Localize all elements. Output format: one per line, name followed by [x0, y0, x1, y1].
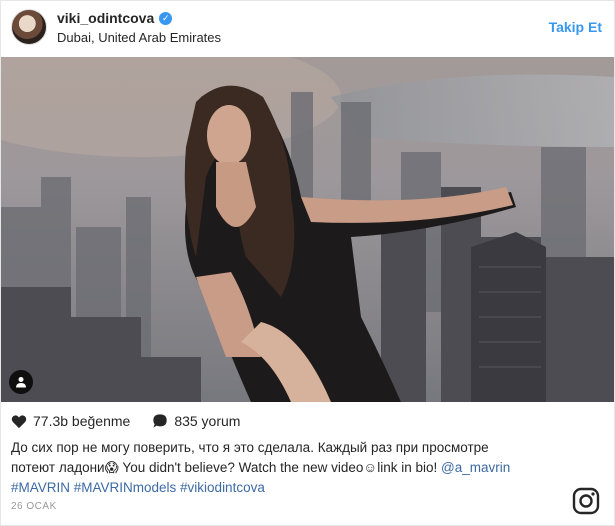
scream-emoji-icon: 😱	[104, 460, 119, 475]
user-tag-icon[interactable]	[9, 370, 33, 394]
comments-count[interactable]: 835 yorum	[174, 413, 240, 429]
avatar[interactable]	[11, 9, 47, 45]
caption-line-2: потеют ладони😱 You didn't believe? Watch…	[11, 458, 601, 478]
comment-icon[interactable]	[152, 413, 168, 429]
caption-text-b: You didn't believe? Watch the new video	[118, 460, 364, 475]
mention-link[interactable]: @a_mavrin	[441, 460, 510, 475]
username[interactable]: viki_odintcova	[57, 10, 154, 26]
post-photo[interactable]	[1, 57, 614, 402]
instagram-logo-icon[interactable]	[572, 487, 600, 515]
user-tag-glyph	[16, 377, 26, 388]
post-caption: До сих пор не могу поверить, что я это с…	[11, 438, 601, 498]
caption-line-1: До сих пор не могу поверить, что я это с…	[11, 440, 489, 455]
smile-emoji-icon: ☺	[363, 460, 378, 475]
photo-illustration	[1, 57, 614, 402]
post-date: 26 OCAK	[11, 501, 57, 512]
caption-text-a: потеют ладони	[11, 460, 105, 475]
likes-count[interactable]: 77.3b beğenme	[33, 413, 130, 429]
instagram-post-card: viki_odintcova ✓ Dubai, United Arab Emir…	[0, 0, 615, 526]
hashtags[interactable]: #MAVRIN #MAVRINmodels #vikiodintcova	[11, 478, 601, 498]
verified-badge-icon: ✓	[159, 11, 173, 25]
comment-action[interactable]: 835 yorum	[152, 413, 240, 429]
action-bar: 77.3b beğenme 835 yorum	[11, 413, 262, 429]
heart-icon[interactable]	[11, 414, 27, 429]
follow-button[interactable]: Takip Et	[549, 19, 602, 35]
post-header: viki_odintcova ✓ Dubai, United Arab Emir…	[1, 1, 614, 57]
username-row: viki_odintcova ✓	[57, 10, 173, 26]
caption-text-c: link in bio!	[377, 460, 442, 475]
like-action[interactable]: 77.3b beğenme	[11, 413, 130, 429]
location[interactable]: Dubai, United Arab Emirates	[57, 30, 221, 45]
